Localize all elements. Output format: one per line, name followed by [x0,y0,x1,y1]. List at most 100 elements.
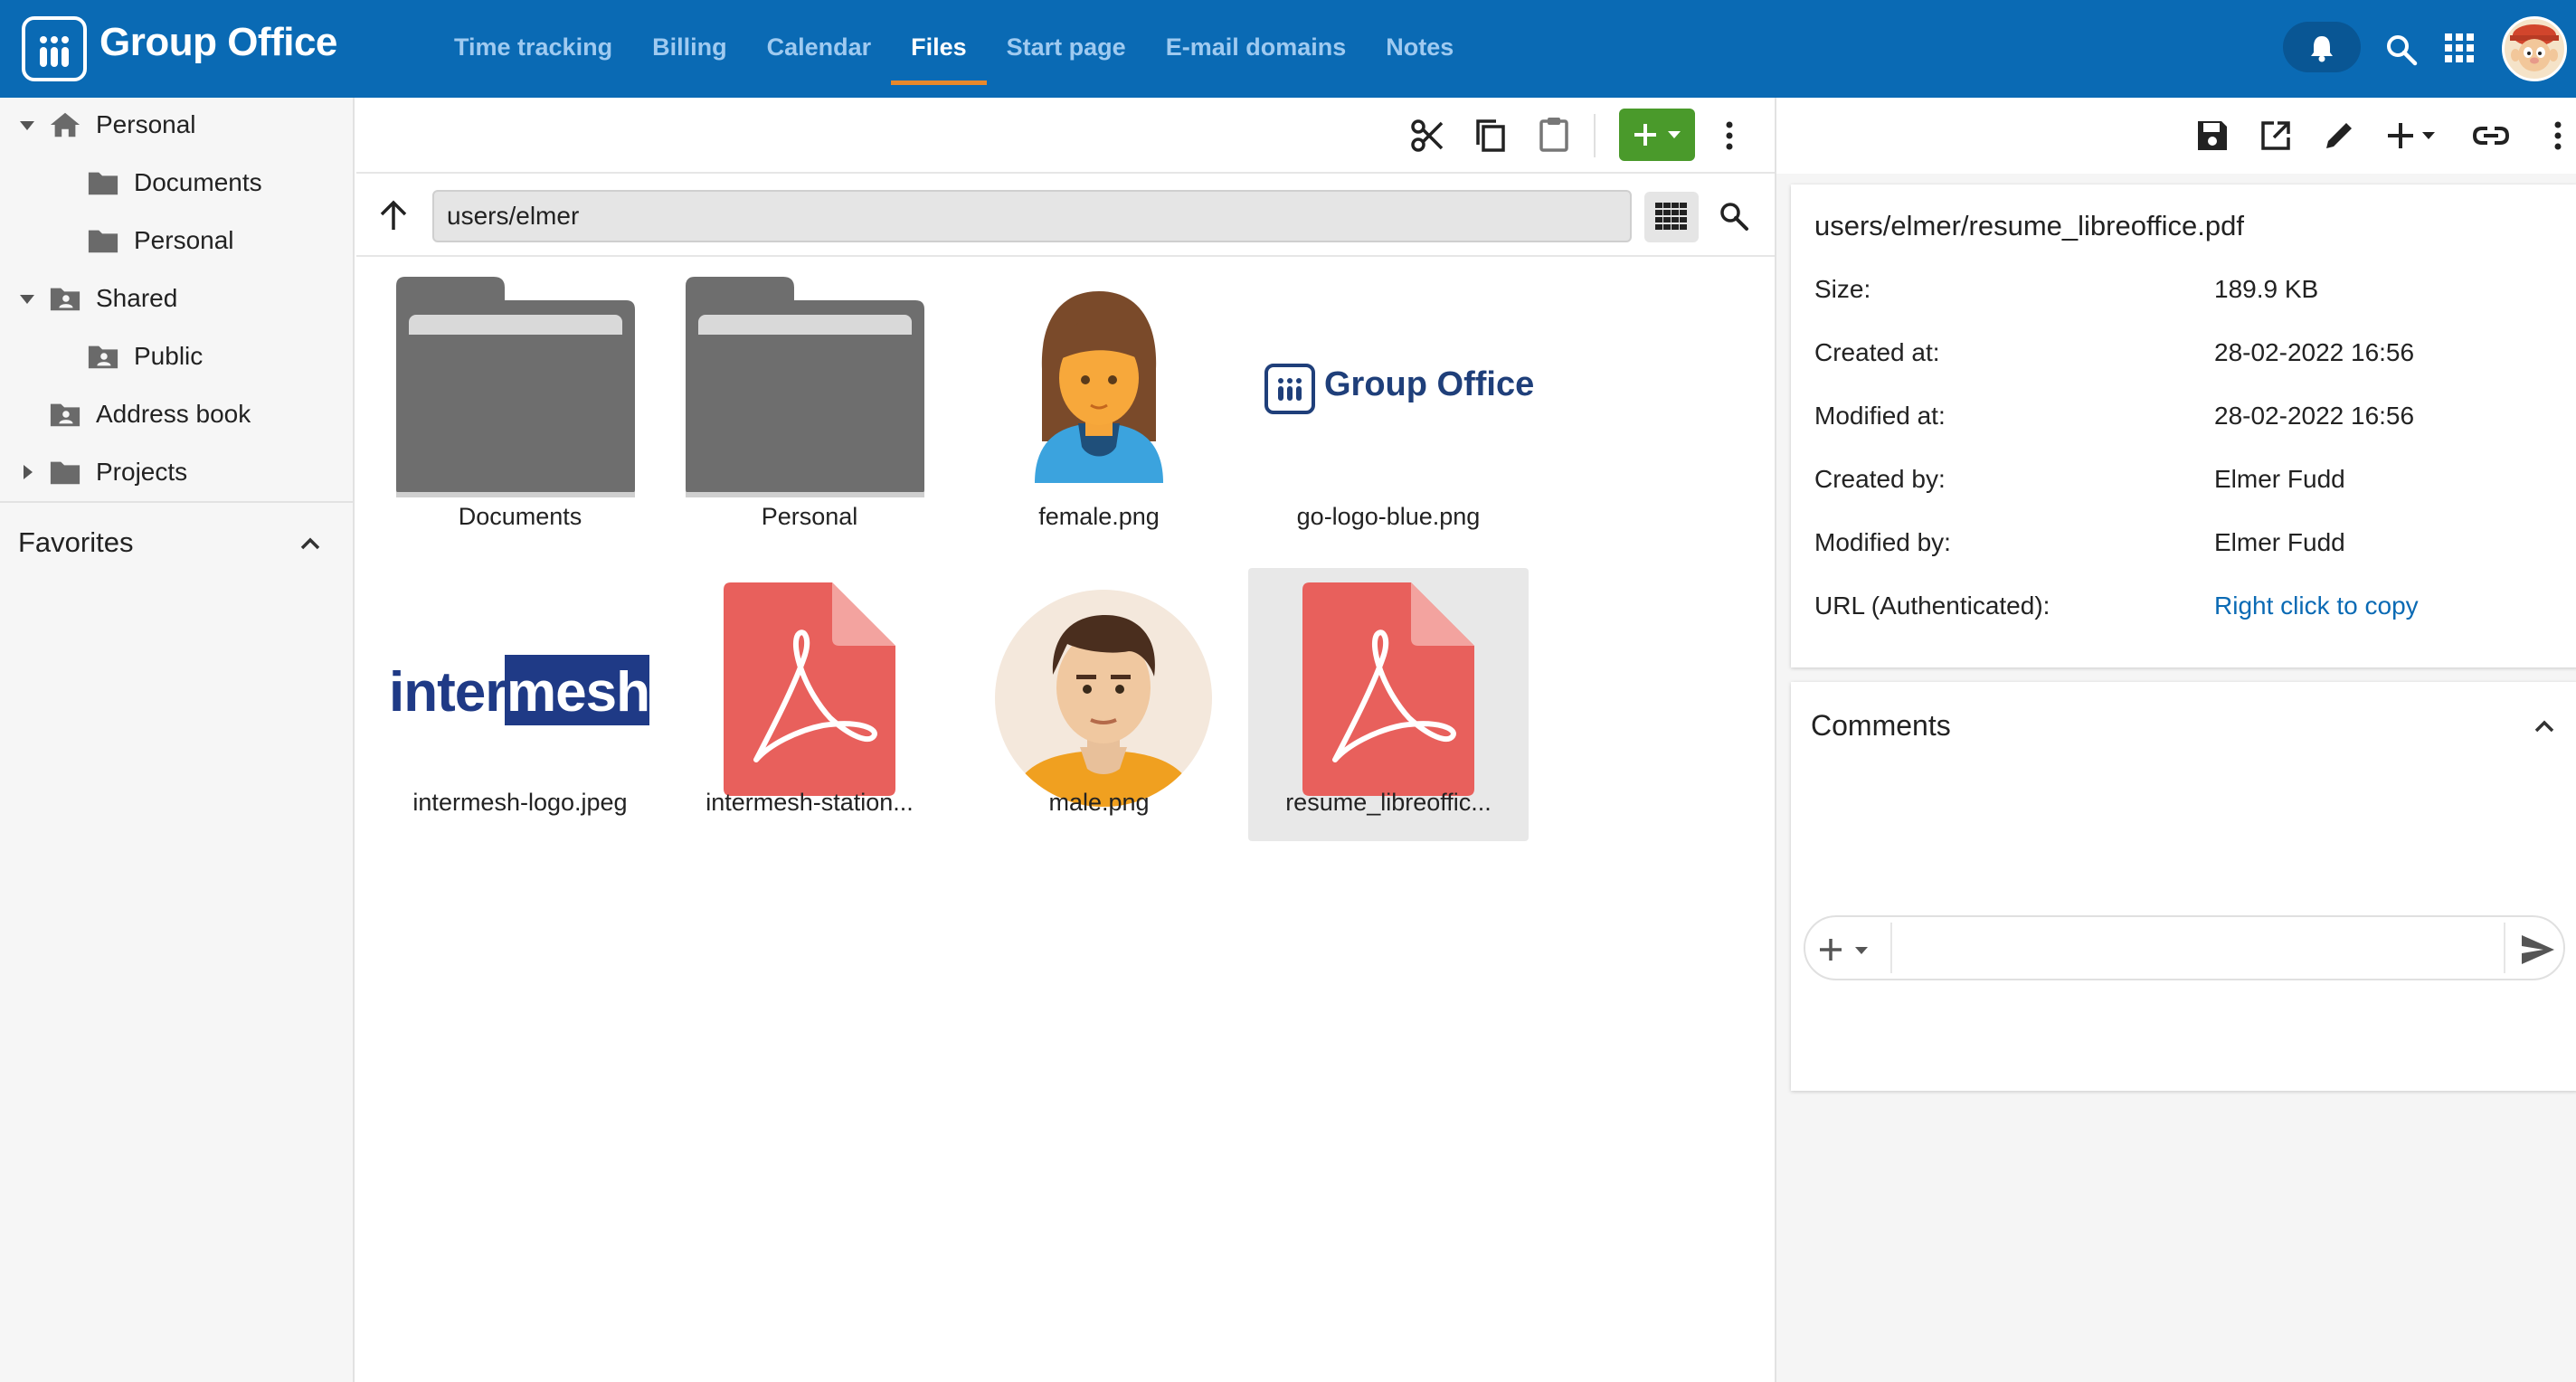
grid-view-button[interactable] [1644,192,1699,242]
cut-icon[interactable] [1409,118,1445,154]
chevron-up-icon[interactable] [2533,715,2556,738]
file-name: go-logo-blue.png [1296,503,1481,530]
apps-grid-icon[interactable] [2444,33,2475,63]
add-icon[interactable] [2384,119,2417,152]
user-avatar[interactable] [2502,16,2567,81]
expand-arrow-icon[interactable] [16,271,38,326]
tree-item-documents[interactable]: Documents [0,156,355,210]
path-input[interactable]: users/elmer [432,190,1632,242]
expand-arrow-icon[interactable] [16,98,38,152]
file-item-documents[interactable]: Documents [380,275,660,555]
tree-item-label: Shared [96,284,178,312]
search-icon[interactable] [2384,33,2419,67]
edit-icon[interactable] [2323,119,2355,152]
folder-icon [88,172,118,195]
nav-item-notes[interactable]: Notes [1366,0,1473,98]
comments-card: Comments [1791,682,2576,1091]
file-item-personal[interactable]: Personal [669,275,950,555]
tree-item-public[interactable]: Public [0,329,355,383]
bell-icon [2311,36,2333,62]
nav-item-start-page[interactable]: Start page [987,0,1146,98]
file-detail-panel: users/elmer/resume_libreoffice.pdf Size:… [1775,98,2576,1382]
file-item-female-png[interactable]: female.png [959,275,1239,555]
chevron-up-icon[interactable] [298,532,322,555]
info-value: 28-02-2022 16:56 [2214,338,2415,366]
logo-text-mesh: mesh [507,661,650,724]
tree-item-address-book[interactable]: Address book [0,387,355,441]
paste-icon[interactable] [1536,116,1572,154]
file-item-intermesh-logo-jpeg[interactable]: inter mesh intermesh-logo.jpeg [380,568,660,848]
file-name: female.png [1038,503,1160,530]
app-logo-icon[interactable] [22,16,87,81]
file-path-title: users/elmer/resume_libreoffice.pdf [1814,210,2244,241]
add-attachment-icon[interactable] [1818,937,1843,962]
tree-item-label: Documents [134,168,262,196]
file-name: intermesh-station... [706,789,914,816]
arrow-up-icon[interactable] [378,199,409,232]
nav-item-email-domains[interactable]: E-mail domains [1146,0,1367,98]
file-item-resume-libreoffice-pdf[interactable]: resume_libreoffic... [1248,568,1529,841]
info-key: Modified at: [1814,402,1946,430]
copy-icon[interactable] [1473,118,1509,154]
chevron-down-icon [1668,131,1681,138]
grid-view-icon [1655,203,1687,230]
more-vert-icon[interactable] [2549,118,2567,154]
file-name: intermesh-logo.jpeg [412,789,628,816]
tree-item-label: Personal [134,226,234,254]
info-key: URL (Authenticated): [1814,592,2050,620]
sidebar-tree: Personal Documents Personal Shared Publi… [0,98,355,496]
tree-item-projects[interactable]: Projects [0,445,355,499]
file-item-intermesh-station-pdf[interactable]: intermesh-station... [669,568,950,848]
info-key: Modified by: [1814,528,1951,556]
notifications-button[interactable] [2283,22,2361,72]
file-info-card: users/elmer/resume_libreoffice.pdf Size:… [1791,185,2576,667]
file-toolbar [356,98,1775,174]
nav-item-billing[interactable]: Billing [632,0,747,98]
info-value: 28-02-2022 16:56 [2214,402,2415,430]
tree-item-label: Projects [96,458,188,486]
info-value: Elmer Fudd [2214,465,2345,493]
comment-composer [1804,915,2565,980]
file-name: resume_libreoffic... [1285,789,1492,816]
chevron-down-icon[interactable] [2420,130,2437,141]
open-external-icon[interactable] [2259,119,2292,152]
nav-item-calendar[interactable]: Calendar [747,0,892,98]
nav-item-files[interactable]: Files [891,0,987,98]
top-bar: Group Office Time tracking Billing Calen… [0,0,2576,98]
link-icon[interactable] [2473,123,2509,148]
copy-url-link[interactable]: Right click to copy [2214,592,2419,620]
plus-icon [1634,124,1656,146]
detail-toolbar [1776,98,2576,174]
folder-thumbnail-icon [686,277,924,497]
chevron-down-icon[interactable] [1854,946,1869,955]
info-value: 189.9 KB [2214,275,2319,303]
file-browser-panel: users/elmer Documents Personal female.pn… [356,98,1775,1382]
shared-folder-icon [88,346,118,369]
more-vert-icon[interactable] [1720,118,1738,154]
tree-item-shared[interactable]: Shared [0,271,355,326]
collapse-arrow-icon[interactable] [16,445,38,499]
info-value: Elmer Fudd [2214,528,2345,556]
file-name: male.png [1048,789,1150,816]
nav-item-time-tracking[interactable]: Time tracking [434,0,632,98]
tree-item-label: Public [134,342,204,370]
favorites-header[interactable]: Favorites [18,516,335,570]
comment-input[interactable] [1890,923,2505,973]
pdf-file-icon [724,582,895,796]
tree-item-personal-home[interactable]: Personal [0,98,355,152]
main-nav: Time tracking Billing Calendar Files Sta… [434,0,1473,98]
search-icon[interactable] [1719,201,1749,232]
send-icon[interactable] [2520,933,2556,966]
logo-text: Group Office [1324,365,1535,403]
folder-icon [88,230,118,253]
tree-item-personal[interactable]: Personal [0,213,355,268]
file-item-go-logo-blue-png[interactable]: Group Office go-logo-blue.png [1248,275,1534,555]
sidebar-divider [0,501,355,503]
logo-text-inter: inter [389,661,507,724]
add-new-button[interactable] [1619,109,1695,161]
file-item-male-png[interactable]: male.png [959,568,1239,848]
app-title[interactable]: Group Office [99,20,337,65]
comments-title: Comments [1811,709,1951,742]
save-icon[interactable] [2196,119,2229,152]
tree-item-label: Address book [96,400,251,428]
